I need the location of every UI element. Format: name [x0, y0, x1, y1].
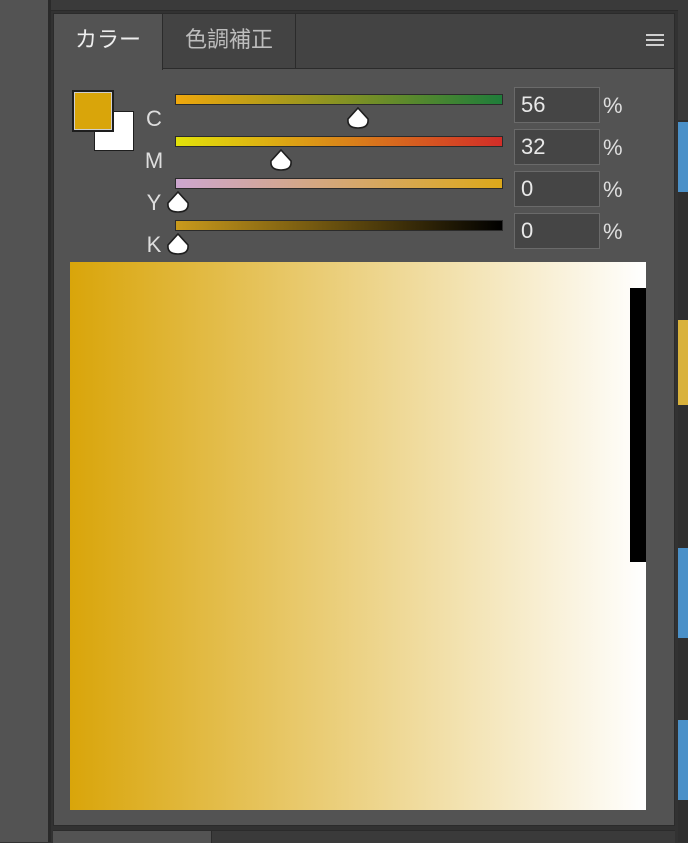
slider-thumb-icon[interactable] — [166, 233, 190, 255]
lower-panel-tab[interactable] — [53, 831, 212, 843]
channel-value-input[interactable]: 0 — [514, 171, 600, 207]
top-dock-edge — [51, 0, 678, 11]
slider-thumb-icon[interactable] — [166, 191, 190, 213]
slider-thumb-icon[interactable] — [346, 107, 370, 129]
channel-value-input[interactable]: 56 — [514, 87, 600, 123]
percent-unit: % — [603, 219, 623, 244]
channel-slider-track[interactable] — [175, 178, 503, 189]
channel-label: Y — [146, 190, 162, 215]
channel-label: C — [146, 106, 162, 131]
hamburger-menu-icon[interactable] — [646, 34, 664, 48]
channel-slider-track[interactable] — [175, 94, 503, 105]
channel-value-input[interactable]: 32 — [514, 129, 600, 165]
left-dock — [0, 0, 48, 842]
percent-unit: % — [603, 177, 623, 202]
dock-divider — [48, 0, 51, 842]
channel-label: K — [146, 232, 162, 257]
tab-adjustments[interactable]: 色調補正 — [163, 14, 296, 69]
tab-color[interactable]: カラー — [54, 14, 163, 70]
slider-thumb-icon[interactable] — [269, 149, 293, 171]
percent-unit: % — [603, 93, 623, 118]
color-ramp-black-strip[interactable] — [630, 288, 646, 562]
channel-slider-track[interactable] — [175, 136, 503, 147]
channel-label: M — [144, 148, 164, 173]
lower-panel-edge — [53, 830, 675, 843]
channel-slider-track[interactable] — [175, 220, 503, 231]
percent-unit: % — [603, 135, 623, 160]
channel-value-input[interactable]: 0 — [514, 213, 600, 249]
panel-tab-bar: カラー 色調補正 — [54, 14, 674, 70]
color-ramp[interactable] — [70, 262, 646, 810]
color-panel: カラー 色調補正 C 56 % M 32 % Y 0 % K 0 % — [53, 13, 675, 826]
right-dock-edge — [678, 0, 688, 842]
